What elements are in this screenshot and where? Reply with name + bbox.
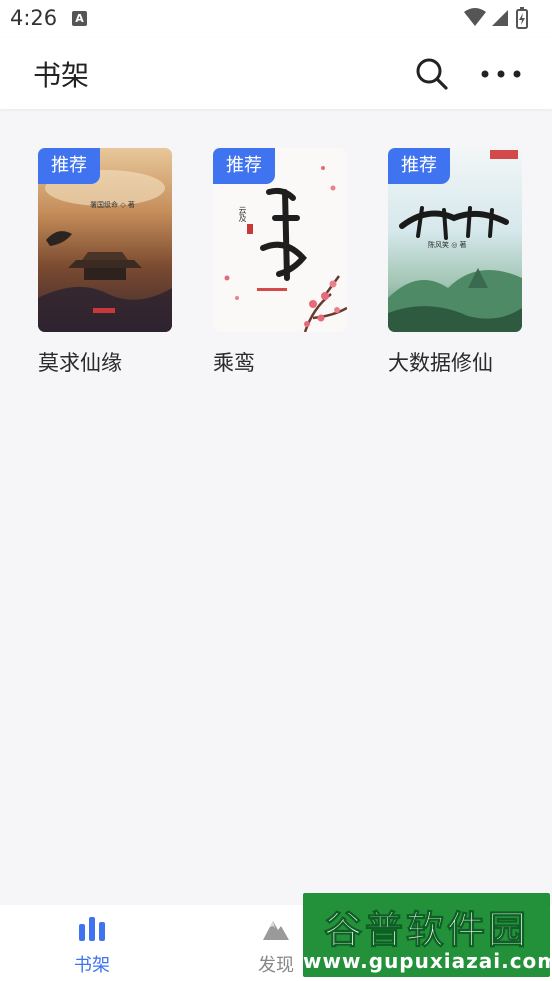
book-cover[interactable]: 云及 推荐 <box>213 148 347 332</box>
page-title: 书架 <box>33 59 90 92</box>
book-item[interactable]: 云及 推荐 乘鸾 <box>213 148 348 377</box>
cover-author-text: 署国级命 ◇ 著 <box>90 201 135 209</box>
nav-tab-bookshelf[interactable]: 书架 <box>47 905 137 981</box>
app-bar: 书架 <box>0 38 552 109</box>
cover-author-text: 云及 <box>238 206 247 222</box>
book-title: 莫求仙缘 <box>38 351 122 375</box>
watermark-url: www.gupuxiazai.com <box>303 949 550 973</box>
book-item[interactable]: 陈风笑 ◎ 著 推荐 大数据修仙 <box>388 148 523 377</box>
notification-icon: A <box>72 11 87 26</box>
search-icon[interactable] <box>414 56 450 92</box>
status-time: 4:26 <box>10 6 58 30</box>
watermark-text: 谷普软件园 <box>323 908 529 953</box>
recommend-badge: 推荐 <box>38 148 100 184</box>
recommend-badge: 推荐 <box>213 148 275 184</box>
system-icons <box>464 7 528 29</box>
book-cover[interactable]: 署国级命 ◇ 著 推荐 <box>38 148 172 332</box>
mountain-icon <box>263 921 289 940</box>
bookshelf-icon <box>79 917 105 941</box>
book-item[interactable]: 署国级命 ◇ 著 推荐 莫求仙缘 <box>38 148 173 377</box>
book-title: 大数据修仙 <box>388 351 493 375</box>
recommend-badge: 推荐 <box>388 148 450 184</box>
status-bar: 4:26 A <box>0 0 552 38</box>
more-options-icon[interactable] <box>478 58 524 90</box>
nav-label: 书架 <box>74 955 110 976</box>
cover-author-text: 陈风笑 ◎ 著 <box>428 241 467 249</box>
signal-icon <box>492 10 508 26</box>
wifi-icon <box>464 8 486 26</box>
battery-icon <box>516 7 528 29</box>
book-cover[interactable]: 陈风笑 ◎ 著 推荐 <box>388 148 522 332</box>
book-title: 乘鸾 <box>213 351 255 375</box>
watermark-logo: 谷普软件园 www.gupuxiazai.com <box>303 893 550 977</box>
